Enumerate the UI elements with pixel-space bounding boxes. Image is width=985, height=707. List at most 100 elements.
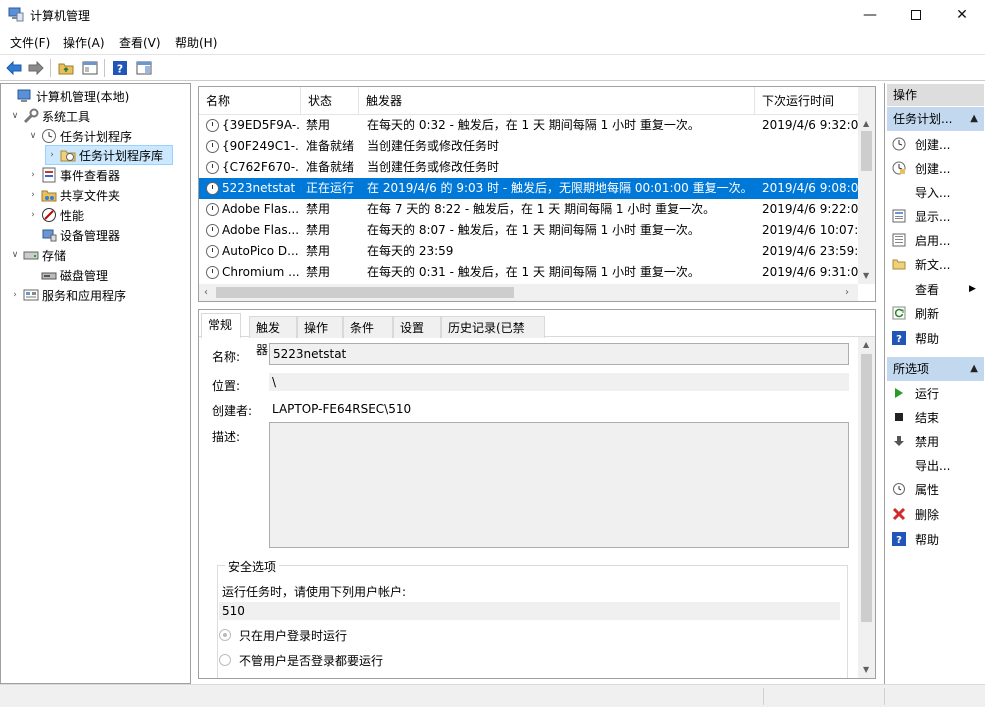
tree-item-performance[interactable]: › 性能 <box>27 205 84 225</box>
tree-item-shared-folders[interactable]: › 共享文件夹 <box>27 185 120 205</box>
tab-actions[interactable]: 操作 <box>297 316 343 338</box>
show-action-pane-button[interactable] <box>134 58 154 78</box>
menu-help[interactable]: 帮助(H) <box>175 34 217 51</box>
collapse-icon[interactable]: ▲ <box>970 357 978 381</box>
action-disable[interactable]: 禁用 <box>891 430 939 452</box>
tab-triggers[interactable]: 触发器 <box>249 316 297 357</box>
action-help-selected[interactable]: ? 帮助 <box>891 528 939 550</box>
menu-action[interactable]: 操作(A) <box>63 34 105 51</box>
name-field[interactable]: 5223netstat <box>269 343 849 365</box>
folder-up-icon <box>58 63 74 75</box>
help-toolbar-button[interactable]: ? <box>110 58 130 78</box>
scroll-up-icon[interactable]: ▲ <box>863 340 869 349</box>
column-status[interactable]: 状态 <box>301 87 359 115</box>
action-delete[interactable]: 删除 <box>891 503 939 525</box>
tree-item-storage[interactable]: ∨ 存储 <box>9 245 66 265</box>
action-label: 查看 <box>915 282 940 297</box>
actions-section-selected-item[interactable]: 所选项 ▲ <box>887 357 984 381</box>
task-row[interactable]: AutoPico D... 禁用 在每天的 23:59 2019/4/6 23:… <box>199 241 858 262</box>
action-import-task[interactable]: 导入... <box>891 181 950 203</box>
properties-icon <box>891 481 907 497</box>
location-field[interactable]: \ <box>269 373 849 391</box>
tree-item-computer-management[interactable]: 计算机管理(本地) <box>3 86 129 106</box>
tree-item-disk-management[interactable]: 磁盘管理 <box>27 265 108 285</box>
tree-item-services-applications[interactable]: › 服务和应用程序 <box>9 285 126 305</box>
chevron-down-icon[interactable]: ∨ <box>9 111 21 121</box>
action-end[interactable]: 结束 <box>891 406 939 428</box>
scroll-thumb[interactable] <box>861 354 872 622</box>
tree-item-device-manager[interactable]: 设备管理器 <box>27 225 120 245</box>
tab-conditions[interactable]: 条件 <box>343 316 393 338</box>
tree-item-task-scheduler[interactable]: ∨ 任务计划程序 <box>27 126 132 146</box>
scroll-left-icon[interactable]: ‹ <box>204 287 208 298</box>
action-view[interactable]: 查看 ▶ <box>891 278 976 300</box>
blank-icon <box>891 184 907 200</box>
description-field[interactable] <box>269 422 849 548</box>
task-row[interactable]: {C762F670-... 准备就绪 当创建任务或修改任务时 <box>199 157 858 178</box>
section-label: 所选项 <box>893 362 930 376</box>
task-row[interactable]: Adobe Flas... 禁用 在每天的 8:07 - 触发后，在 1 天 期… <box>199 220 858 241</box>
chevron-down-icon[interactable]: ∨ <box>27 131 39 141</box>
action-help[interactable]: ? 帮助 <box>891 327 939 349</box>
task-row-selected[interactable]: 5223netstat 正在运行 在 2019/4/6 的 9:03 时 - 触… <box>199 178 858 199</box>
column-next-run[interactable]: 下次运行时间 <box>755 87 875 115</box>
chevron-right-icon[interactable]: › <box>46 150 58 160</box>
action-export[interactable]: 导出... <box>891 454 950 476</box>
actions-section-task-scheduler[interactable]: 任务计划... ▲ <box>887 107 984 131</box>
run-as-user-field[interactable]: 510 <box>219 602 840 620</box>
action-label: 启用... <box>915 233 951 248</box>
task-row[interactable]: {90F249C1-... 准备就绪 当创建任务或修改任务时 <box>199 136 858 157</box>
back-button[interactable] <box>4 58 24 78</box>
task-row[interactable]: {39ED5F9A-... 禁用 在每天的 0:32 - 触发后，在 1 天 期… <box>199 115 858 136</box>
tree-item-system-tools[interactable]: ∨ 系统工具 <box>9 106 90 126</box>
task-row[interactable]: Adobe Flas... 禁用 在每 7 天的 8:22 - 触发后，在 1 … <box>199 199 858 220</box>
scroll-thumb[interactable] <box>861 131 872 171</box>
action-run[interactable]: 运行 <box>891 382 939 404</box>
tree-item-task-scheduler-library[interactable]: › 任务计划程序库 <box>45 145 173 165</box>
menu-file[interactable]: 文件(F) <box>10 34 50 51</box>
task-next-run: 2019/4/6 23:59:00 <box>762 244 858 258</box>
action-enable-history[interactable]: 启用... <box>891 229 950 251</box>
scroll-right-icon[interactable]: › <box>845 287 849 298</box>
details-vertical-scrollbar[interactable]: ▲ ▼ <box>858 337 875 678</box>
chevron-right-icon[interactable]: › <box>9 290 21 300</box>
radio-run-logged-on[interactable] <box>219 629 231 641</box>
tab-general[interactable]: 常规 <box>201 313 241 338</box>
back-arrow-icon <box>6 61 22 75</box>
collapse-icon[interactable]: ▲ <box>970 107 978 131</box>
task-list-vertical-scrollbar[interactable]: ▲ ▼ <box>858 87 875 284</box>
chevron-right-icon[interactable]: › <box>27 210 39 220</box>
scroll-down-icon[interactable]: ▼ <box>863 271 869 280</box>
action-display-running[interactable]: 显示... <box>891 205 950 227</box>
scroll-down-icon[interactable]: ▼ <box>863 665 869 674</box>
scroll-thumb[interactable] <box>216 287 514 298</box>
close-button[interactable]: ✕ <box>939 0 985 30</box>
task-next-run: 2019/4/6 9:22:00 <box>762 202 858 216</box>
blank-icon <box>891 281 907 297</box>
maximize-button[interactable] <box>893 0 939 30</box>
action-create-task[interactable]: 创建... <box>891 157 950 179</box>
up-level-button[interactable] <box>56 58 76 78</box>
action-properties[interactable]: 属性 <box>891 478 939 500</box>
task-list-horizontal-scrollbar[interactable]: ‹ › <box>199 284 858 301</box>
menu-view[interactable]: 查看(V) <box>119 34 161 51</box>
show-hide-tree-button[interactable] <box>80 58 100 78</box>
tab-history[interactable]: 历史记录(已禁用) <box>441 316 545 357</box>
task-clock-icon <box>206 266 219 279</box>
chevron-right-icon[interactable]: › <box>27 190 39 200</box>
forward-button[interactable] <box>26 58 46 78</box>
column-name[interactable]: 名称 <box>199 87 301 115</box>
chevron-down-icon[interactable]: ∨ <box>9 250 21 260</box>
chevron-right-icon[interactable]: › <box>27 170 39 180</box>
action-new-folder[interactable]: 新文... <box>891 253 950 275</box>
minimize-button[interactable]: — <box>847 0 893 30</box>
action-refresh[interactable]: 刷新 <box>891 302 939 324</box>
tree-item-event-viewer[interactable]: › 事件查看器 <box>27 165 120 185</box>
scroll-up-icon[interactable]: ▲ <box>863 119 869 128</box>
task-row[interactable]: Chromium ... 禁用 在每天的 0:31 - 触发后，在 1 天 期间… <box>199 262 858 283</box>
column-trigger[interactable]: 触发器 <box>359 87 755 115</box>
radio-run-any[interactable] <box>219 654 231 666</box>
display-running-icon <box>891 208 907 224</box>
tab-settings[interactable]: 设置 <box>393 316 441 338</box>
action-create-basic-task[interactable]: 创建... <box>891 133 950 155</box>
